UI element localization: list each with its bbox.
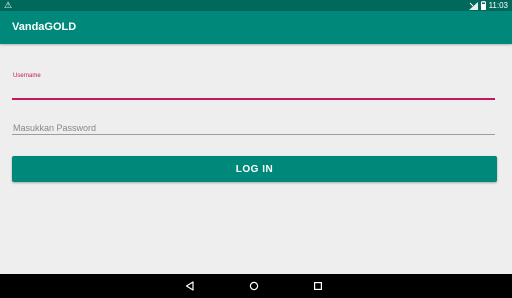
signal-icon: [468, 1, 478, 10]
status-icons: 11:03: [468, 0, 508, 11]
status-time: 11:03: [488, 1, 508, 10]
status-bar: ⚠ 11:03: [0, 0, 512, 11]
back-icon: [185, 281, 195, 291]
battery-icon: [480, 1, 486, 10]
home-icon: [249, 281, 259, 291]
username-underline: [12, 98, 495, 100]
recents-icon: [313, 281, 323, 291]
username-label: Username: [13, 73, 41, 79]
recents-button[interactable]: [306, 274, 330, 298]
password-input[interactable]: [12, 120, 497, 135]
back-button[interactable]: [178, 274, 202, 298]
password-underline: [12, 134, 495, 135]
warning-icon: ⚠: [4, 0, 13, 10]
username-input[interactable]: [12, 80, 497, 95]
app-bar: VandaGOLD: [0, 11, 512, 44]
home-button[interactable]: [242, 274, 266, 298]
app-title: VandaGOLD: [12, 21, 77, 33]
login-button[interactable]: LOG IN: [12, 156, 497, 182]
nav-bar: [0, 274, 512, 298]
